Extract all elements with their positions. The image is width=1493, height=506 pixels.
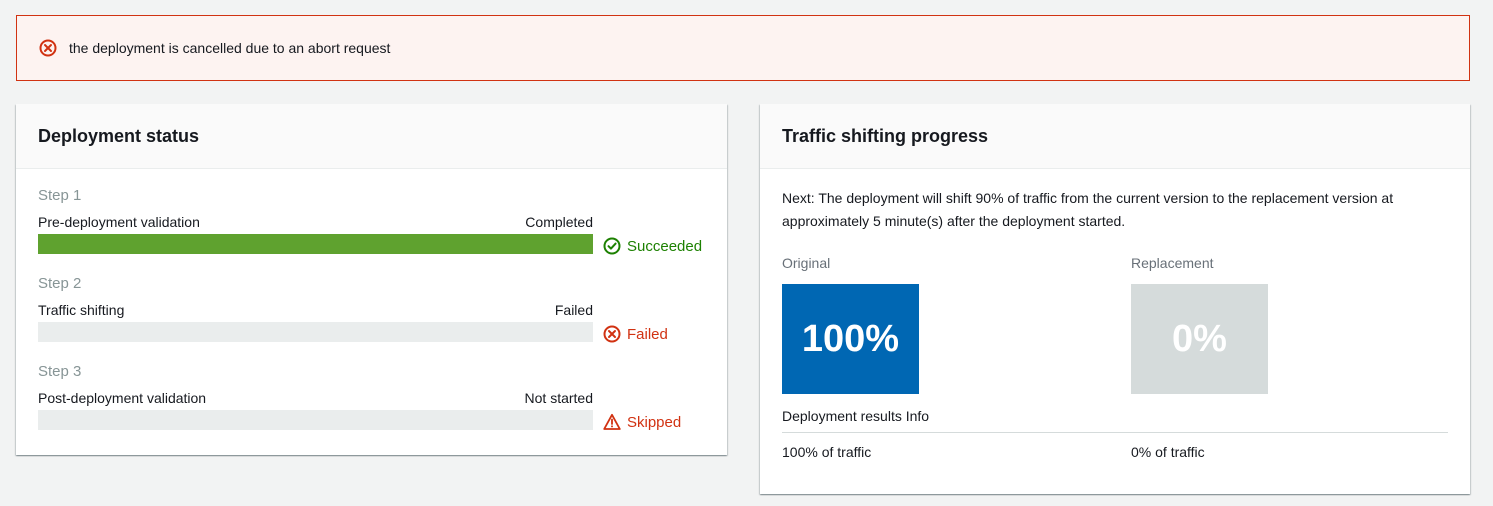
- replacement-percent-box: 0%: [1131, 284, 1268, 394]
- replacement-traffic-value: 0% of traffic: [1131, 444, 1205, 460]
- result-failed: Failed: [603, 325, 668, 343]
- step-state: Failed: [554, 302, 593, 318]
- step-progress-bar: [38, 410, 593, 430]
- step-3: Step 3 Post-deployment validation Not st…: [38, 361, 708, 431]
- error-alert: the deployment is cancelled due to an ab…: [16, 15, 1470, 81]
- step-label: Step 1: [38, 187, 82, 204]
- panel-title: Deployment status: [16, 104, 727, 169]
- warning-triangle-icon: [603, 413, 621, 431]
- step-label: Step 2: [38, 275, 82, 292]
- replacement-label: Replacement: [1131, 255, 1214, 271]
- result-label: Succeeded: [627, 237, 703, 255]
- result-skipped: Skipped: [603, 413, 681, 431]
- original-traffic-value: 100% of traffic: [782, 444, 872, 460]
- result-label: Failed: [627, 325, 668, 343]
- deployment-status-panel: Deployment status Step 1 Pre-deployment …: [16, 104, 727, 455]
- deployment-results-title: Deployment results Info: [782, 408, 930, 424]
- step-1: Step 1 Pre-deployment validation Complet…: [38, 185, 708, 255]
- step-name: Pre-deployment validation: [38, 214, 200, 230]
- step-progress-bar: [38, 322, 593, 342]
- result-succeeded: Succeeded: [603, 237, 702, 255]
- step-2: Step 2 Traffic shifting Failed Failed: [38, 273, 708, 343]
- step-state: Completed: [525, 214, 593, 230]
- step-progress-bar: [38, 234, 593, 254]
- step-label: Step 3: [38, 363, 82, 380]
- original-percent-box: 100%: [782, 284, 919, 394]
- x-circle-icon: [603, 325, 621, 343]
- error-circle-x-icon: [39, 39, 57, 57]
- traffic-shifting-panel: Traffic shifting progress Next: The depl…: [760, 104, 1470, 494]
- step-name: Post-deployment validation: [38, 390, 207, 406]
- next-step-description: Next: The deployment will shift 90% of t…: [782, 190, 1394, 229]
- step-name: Traffic shifting: [38, 302, 125, 318]
- step-state: Not started: [524, 390, 593, 406]
- alert-message: the deployment is cancelled due to an ab…: [69, 40, 391, 56]
- result-label: Skipped: [627, 413, 682, 431]
- panel-title: Traffic shifting progress: [760, 104, 1470, 169]
- divider: [782, 432, 1448, 433]
- step-progress-fill: [38, 234, 593, 254]
- check-circle-icon: [603, 237, 621, 255]
- original-label: Original: [782, 255, 831, 271]
